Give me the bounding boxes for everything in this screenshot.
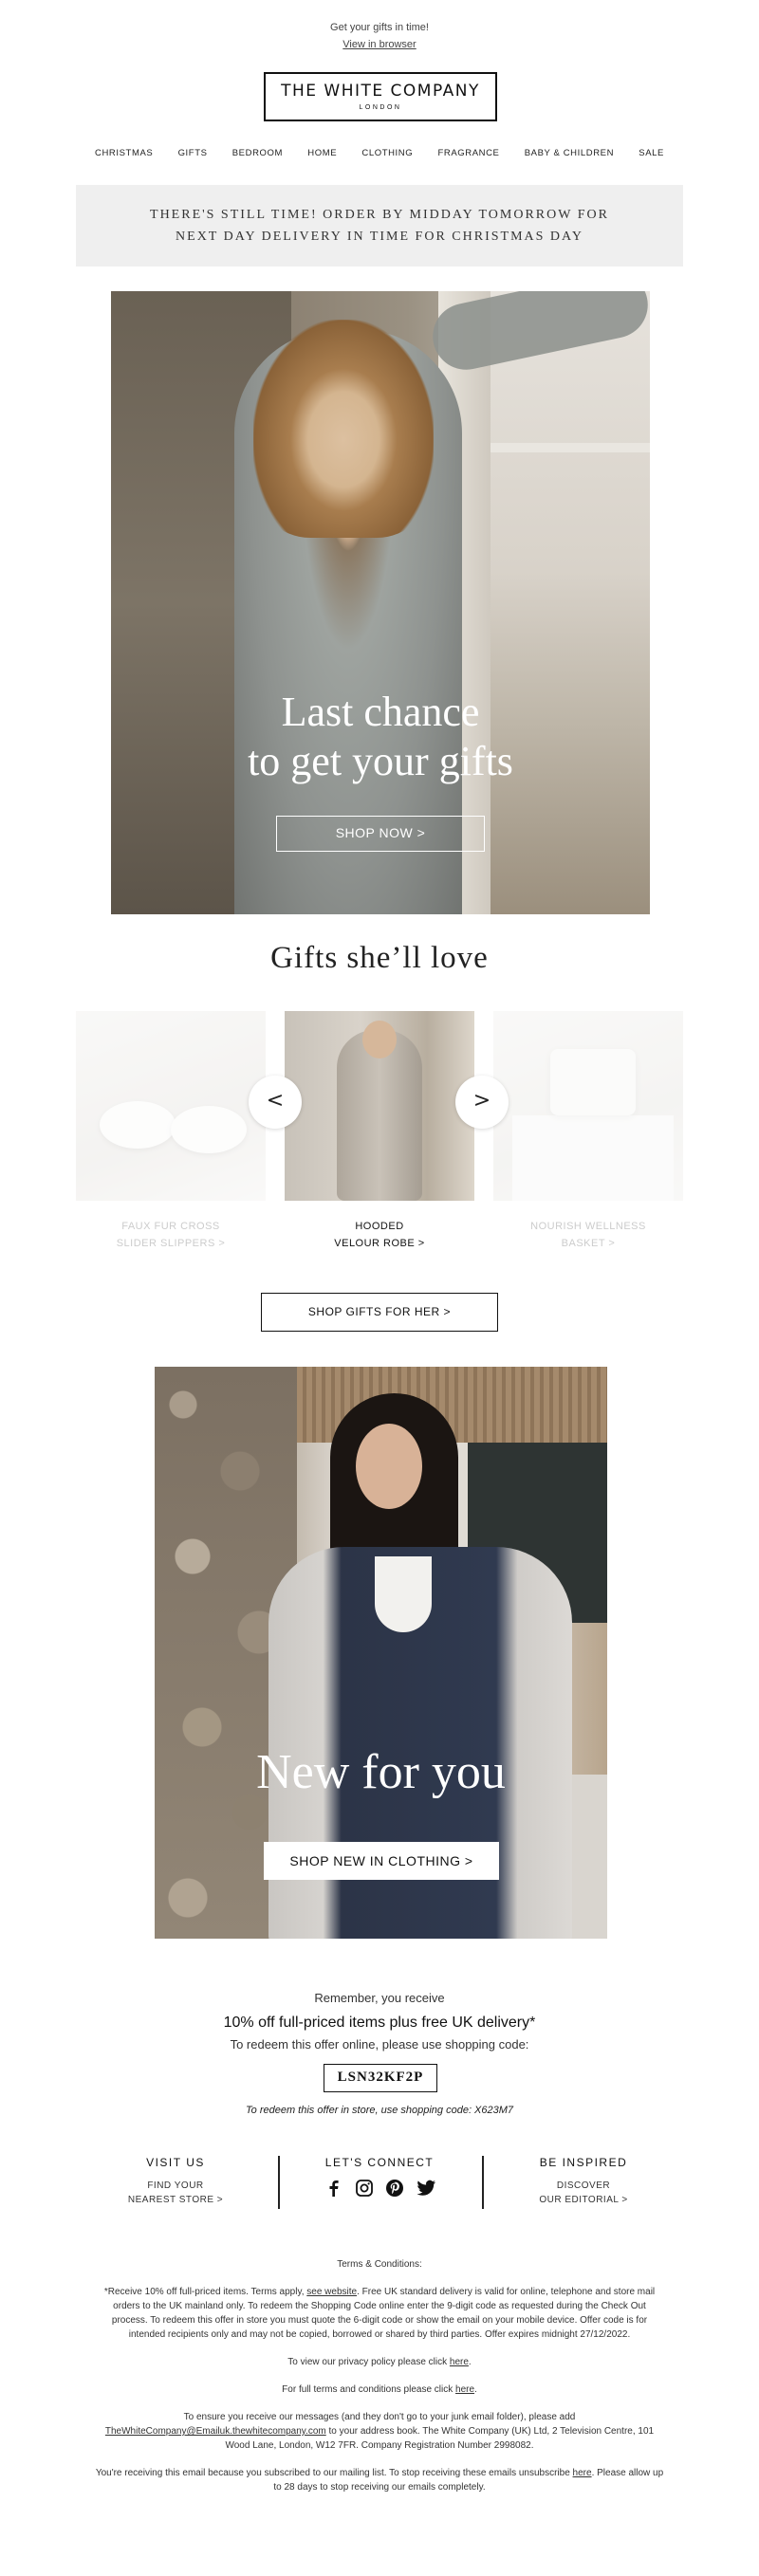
social-icons: [280, 2179, 479, 2198]
banner-line-2: NEXT DAY DELIVERY IN TIME FOR CHRISTMAS …: [176, 230, 583, 244]
shop-now-button[interactable]: SHOP NOW >: [276, 816, 485, 852]
full-terms-text-start: For full terms and conditions please cli…: [282, 2384, 456, 2395]
caption-basket[interactable]: NOURISH WELLNESS BASKET >: [493, 1218, 683, 1252]
hero-image[interactable]: Last chance to get your gifts SHOP NOW >: [111, 291, 650, 914]
instagram-icon[interactable]: [355, 2179, 374, 2198]
view-in-browser-link[interactable]: View in browser: [0, 36, 759, 53]
footer-visit-us[interactable]: VISIT US FIND YOUR NEAREST STORE >: [76, 2156, 275, 2207]
new-for-you-title: New for you: [256, 1745, 506, 1799]
find-store-link[interactable]: FIND YOUR NEAREST STORE >: [76, 2179, 275, 2207]
facebook-icon[interactable]: [324, 2179, 343, 2198]
terms-heading: Terms & Conditions:: [337, 2259, 422, 2270]
see-website-link[interactable]: see website: [306, 2287, 357, 2297]
nav-item-bedroom[interactable]: BEDROOM: [232, 148, 283, 158]
unsubscribe-text-start: You're receiving this email because you …: [95, 2468, 573, 2478]
full-terms-text-end: .: [474, 2384, 477, 2395]
card-fade-overlay: [76, 1011, 266, 1201]
gift-card-slippers[interactable]: [76, 1011, 266, 1201]
instore-code-text: To redeem this offer in store, use shopp…: [245, 2105, 514, 2116]
gift-card-basket[interactable]: [493, 1011, 683, 1201]
nav-item-gifts[interactable]: GIFTS: [178, 148, 208, 158]
address-text: To ensure you receive our messages (and …: [95, 2410, 664, 2453]
main-nav: CHRISTMAS GIFTS BEDROOM HOME CLOTHING FR…: [95, 148, 664, 158]
caption-robe-line-1: HOODED: [355, 1221, 404, 1232]
model-face: [356, 1424, 422, 1509]
pre-header: Get your gifts in time! View in browser: [0, 19, 759, 53]
be-inspired-heading: BE INSPIRED: [539, 2156, 628, 2169]
brand-logo[interactable]: THE WHITE COMPANY LONDON: [264, 72, 497, 121]
caption-robe-line-2: VELOUR ROBE >: [334, 1238, 425, 1249]
model-shirt: [375, 1556, 432, 1632]
hero-model-hair: [253, 320, 434, 538]
find-store-line-1: FIND YOUR: [147, 2180, 204, 2191]
address-text-start: To ensure you receive our messages (and …: [183, 2412, 576, 2422]
nav-item-sale[interactable]: SALE: [639, 148, 664, 158]
terms-text-start: *Receive 10% off full-priced items. Term…: [103, 2287, 307, 2297]
offer-headline: 10% off full-priced items plus free UK d…: [223, 2015, 536, 2031]
caption-robe[interactable]: HOODED VELOUR ROBE >: [285, 1218, 474, 1252]
logo-name: THE WHITE COMPANY: [281, 82, 480, 101]
hero-title: Last chance to get your gifts: [111, 688, 650, 786]
delivery-banner[interactable]: THERE'S STILL TIME! ORDER BY MIDDAY TOMO…: [76, 185, 683, 267]
logo-sub: LONDON: [359, 104, 402, 111]
editorial-link[interactable]: DISCOVER OUR EDITORIAL >: [484, 2179, 683, 2207]
visit-us-heading: VISIT US: [146, 2156, 205, 2169]
shop-new-in-clothing-button[interactable]: SHOP NEW IN CLOTHING >: [264, 1842, 499, 1880]
hero-title-line-1: Last chance: [281, 689, 480, 735]
gift-card-robe[interactable]: [285, 1011, 474, 1201]
caption-slippers-line-1: FAUX FUR CROSS: [121, 1221, 220, 1232]
full-terms-text: For full terms and conditions please cli…: [95, 2383, 664, 2397]
connect-heading: LET'S CONNECT: [324, 2156, 435, 2169]
full-terms-link[interactable]: here: [455, 2384, 474, 2395]
robe-model-head: [362, 1021, 397, 1058]
footer-columns: VISIT US FIND YOUR NEAREST STORE > LET'S…: [76, 2156, 683, 2209]
editorial-line-1: DISCOVER: [556, 2180, 611, 2191]
caption-slippers-line-2: SLIDER SLIPPERS >: [116, 1238, 226, 1249]
privacy-policy-link[interactable]: here: [450, 2357, 469, 2367]
twitter-icon[interactable]: [416, 2179, 435, 2198]
shopping-code: LSN32KF2P: [324, 2064, 437, 2092]
offer-block: Remember, you receive 10% off full-price…: [0, 1991, 759, 2052]
find-store-line-2: NEAREST STORE >: [127, 2195, 224, 2205]
unsubscribe-text: You're receiving this email because you …: [95, 2466, 664, 2494]
hero-window: [491, 291, 650, 914]
legal-footer: Terms & Conditions: *Receive 10% off ful…: [95, 2257, 664, 2508]
offer-redeem-online: To redeem this offer online, please use …: [230, 2037, 529, 2052]
privacy-text-end: .: [468, 2357, 472, 2367]
footer-connect: LET'S CONNECT: [280, 2156, 479, 2198]
privacy-text-start: To view our privacy policy please click: [287, 2357, 450, 2367]
preheader-text: Get your gifts in time!: [330, 22, 429, 33]
caption-slippers[interactable]: FAUX FUR CROSS SLIDER SLIPPERS >: [76, 1218, 266, 1252]
hero-window-frame: [491, 443, 650, 452]
hero-title-line-2: to get your gifts: [248, 738, 513, 784]
nav-item-clothing[interactable]: CLOTHING: [361, 148, 413, 158]
nav-item-christmas[interactable]: CHRISTMAS: [95, 148, 153, 158]
privacy-text: To view our privacy policy please click …: [95, 2355, 664, 2369]
shop-gifts-for-her-button[interactable]: SHOP GIFTS FOR HER >: [261, 1293, 498, 1332]
card-fade-overlay: [493, 1011, 683, 1201]
terms-text: *Receive 10% off full-priced items. Term…: [95, 2285, 664, 2342]
unsubscribe-link[interactable]: here: [573, 2468, 592, 2478]
gifts-section-title: Gifts she’ll love: [270, 941, 489, 975]
nav-item-baby-children[interactable]: BABY & CHILDREN: [525, 148, 614, 158]
banner-line-1: THERE'S STILL TIME! ORDER BY MIDDAY TOMO…: [150, 208, 609, 222]
caption-basket-line-1: NOURISH WELLNESS: [530, 1221, 646, 1232]
nav-item-fragrance[interactable]: FRAGRANCE: [437, 148, 499, 158]
footer-be-inspired[interactable]: BE INSPIRED DISCOVER OUR EDITORIAL >: [484, 2156, 683, 2207]
new-for-you-image[interactable]: New for you SHOP NEW IN CLOTHING >: [155, 1367, 607, 1939]
editorial-line-2: OUR EDITORIAL >: [539, 2195, 628, 2205]
sender-email-link[interactable]: TheWhiteCompany@Emailuk.thewhitecompany.…: [105, 2426, 326, 2437]
pinterest-icon[interactable]: [385, 2179, 404, 2198]
caption-basket-line-2: BASKET >: [561, 1238, 616, 1249]
gifts-carousel: < >: [76, 1011, 683, 1205]
nav-item-home[interactable]: HOME: [307, 148, 337, 158]
carousel-next-button[interactable]: >: [455, 1076, 509, 1129]
offer-remember: Remember, you receive: [314, 1991, 445, 2005]
carousel-prev-button[interactable]: <: [249, 1076, 302, 1129]
